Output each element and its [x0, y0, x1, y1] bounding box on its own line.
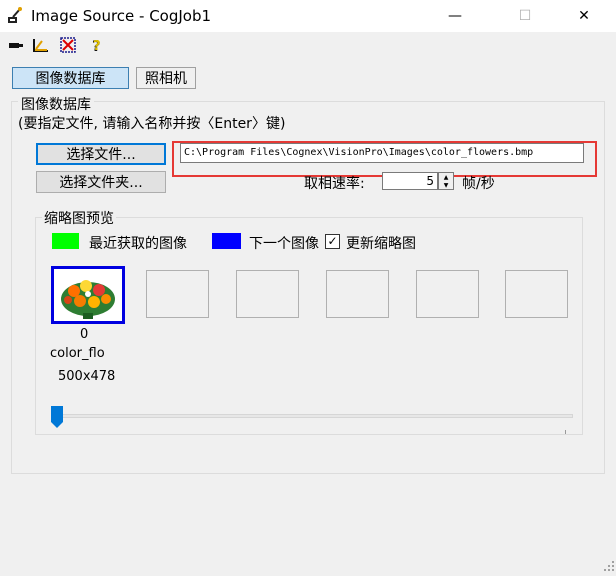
hint-text: (要指定文件, 请输入名称并按〈Enter〉键) — [18, 116, 286, 132]
acquisition-rate-label: 取相速率: — [304, 176, 365, 192]
maximize-button[interactable]: ☐ — [502, 0, 548, 32]
thumbnail-slider-track[interactable] — [57, 414, 573, 418]
svg-text:?: ? — [93, 39, 101, 53]
resize-grip-icon[interactable] — [603, 560, 615, 572]
thumbnail-slider-handle[interactable] — [50, 405, 64, 429]
update-thumbnails-label: 更新缩略图 — [346, 236, 416, 252]
thumbnail-group-title: 缩略图预览 — [42, 208, 116, 228]
crosshair-icon[interactable] — [59, 37, 77, 53]
spin-down-icon[interactable]: ▼ — [439, 181, 453, 189]
acquisition-rate-unit: 帧/秒 — [462, 176, 495, 192]
select-file-button[interactable]: 选择文件... — [36, 143, 166, 165]
last-image-label: 最近获取的图像 — [89, 236, 187, 252]
update-thumbnails-checkbox[interactable]: ✓ — [325, 234, 340, 249]
thumbnail-index: 0 — [80, 327, 89, 342]
last-image-swatch — [52, 233, 79, 249]
select-folder-button[interactable]: 选择文件夹... — [36, 171, 166, 193]
tab-camera[interactable]: 照相机 — [136, 67, 196, 89]
thumbnail-slot-empty[interactable] — [505, 270, 568, 318]
acquisition-rate-input[interactable]: 5 — [382, 172, 438, 190]
close-button[interactable]: ✕ — [561, 0, 607, 32]
thumbnail-slot-empty[interactable] — [416, 270, 479, 318]
next-image-label: 下一个图像 — [249, 236, 319, 252]
minimize-button[interactable]: — — [432, 0, 478, 32]
thumbnail-name: color_flo — [50, 346, 105, 361]
slider-tick — [565, 430, 566, 434]
tab-image-database[interactable]: 图像数据库 — [12, 67, 129, 89]
next-image-swatch — [212, 233, 241, 249]
thumbnail-image[interactable] — [51, 266, 125, 324]
thumbnail-slot-empty[interactable] — [326, 270, 389, 318]
thumbnail-slot-empty[interactable] — [236, 270, 299, 318]
ruler-icon[interactable] — [32, 37, 50, 53]
flower-bouquet-icon — [54, 269, 122, 321]
help-icon[interactable]: ?? — [88, 37, 106, 55]
rate-spinner[interactable]: ▲ ▼ — [438, 172, 454, 190]
app-icon — [6, 6, 24, 24]
image-database-group-title: 图像数据库 — [18, 94, 94, 114]
window-title: Image Source - CogJob1 — [31, 7, 212, 25]
file-path-input[interactable]: C:\Program Files\Cognex\VisionPro\Images… — [180, 143, 584, 163]
thumbnail-slot-empty[interactable] — [146, 270, 209, 318]
spin-up-icon[interactable]: ▲ — [439, 173, 453, 181]
thumbnail-size: 500x478 — [58, 369, 116, 384]
run-icon[interactable] — [7, 37, 25, 53]
